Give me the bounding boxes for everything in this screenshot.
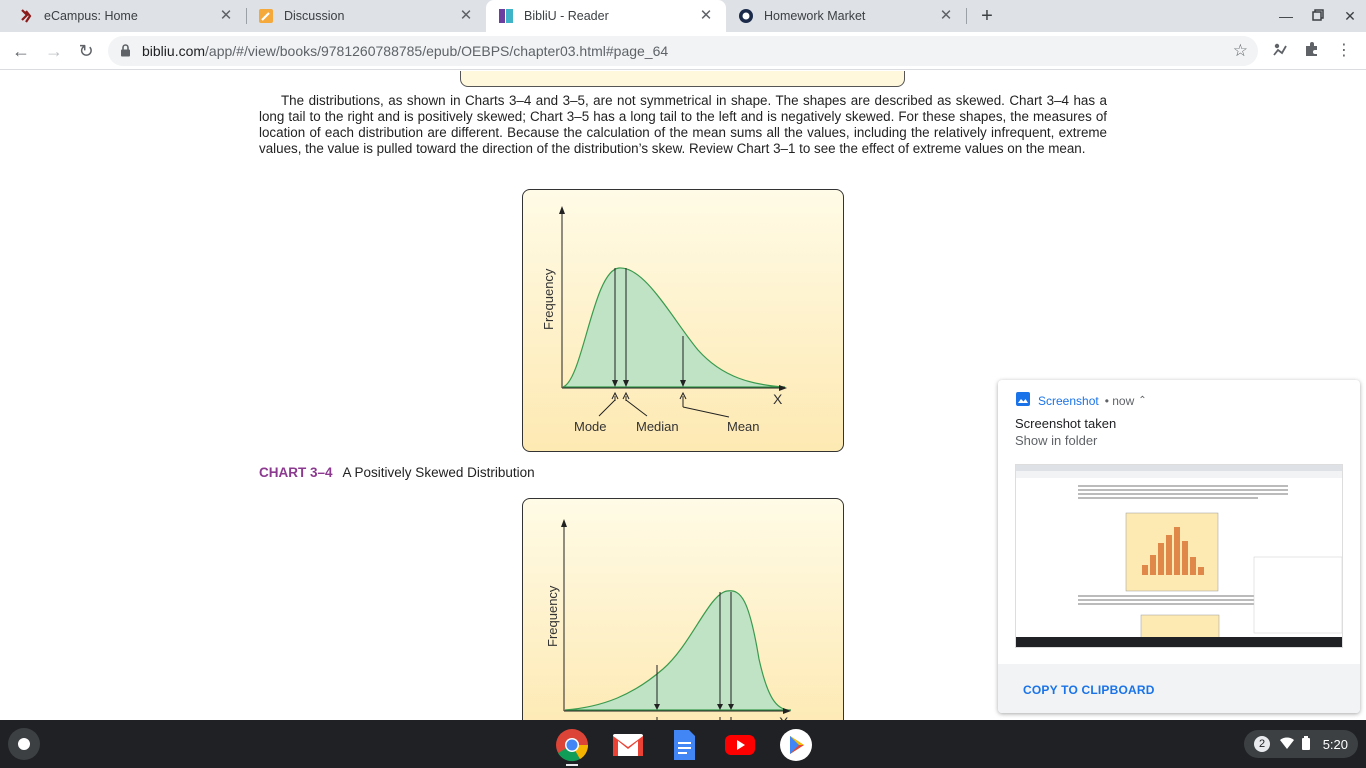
puzzle-icon[interactable]	[1302, 41, 1322, 61]
tab-ecampus[interactable]: eCampus: Home ✕	[0, 0, 246, 32]
median-pointer	[622, 391, 648, 417]
wifi-icon	[1280, 736, 1294, 752]
forward-icon[interactable]: →	[43, 40, 65, 62]
back-icon[interactable]: ←	[10, 40, 32, 62]
clock: 5:20	[1322, 736, 1348, 752]
notification-title: Screenshot taken	[1015, 416, 1117, 431]
tab-homework-market[interactable]: Homework Market ✕	[726, 0, 966, 32]
mode-label: Mode	[574, 419, 607, 434]
status-tray[interactable]: 2 5:20	[1244, 730, 1358, 758]
screenshot-thumbnail[interactable]	[1015, 464, 1343, 648]
chrome-icon[interactable]	[555, 728, 589, 762]
os-shelf: 2 5:20	[0, 720, 1366, 768]
distribution-curve	[564, 590, 792, 711]
distribution-curve	[562, 267, 786, 388]
x-axis-label: X	[773, 391, 783, 407]
body-paragraph: The distributions, as shown in Charts 3–…	[259, 93, 1107, 156]
screenshot-notification[interactable]: Screenshot • now ⌃ Screenshot taken Show…	[998, 380, 1360, 713]
lock-icon	[120, 44, 131, 62]
bookmark-star-icon[interactable]: ☆	[1233, 41, 1248, 61]
launcher-icon[interactable]	[8, 728, 40, 760]
image-icon	[1016, 392, 1030, 409]
notification-header: Screenshot • now ⌃	[1016, 392, 1147, 409]
active-app-indicator	[566, 764, 578, 766]
battery-icon	[1302, 735, 1310, 753]
notification-app-name: Screenshot	[1038, 393, 1099, 408]
close-window-icon[interactable]: ✕	[1340, 6, 1360, 26]
chart-3-5-figure: Frequency X	[522, 498, 844, 720]
ecampus-icon	[18, 8, 34, 24]
y-axis-arrow	[561, 519, 567, 527]
bibliu-icon	[498, 8, 514, 24]
reload-icon[interactable]: ↻	[75, 40, 97, 62]
kebab-menu-icon[interactable]: ⋮	[1334, 41, 1354, 61]
notification-actions: COPY TO CLIPBOARD	[998, 664, 1360, 713]
url-text: bibliu.com/app/#/view/books/978126078878…	[142, 43, 669, 59]
positively-skewed-chart: Frequency X Mode Median Mean	[541, 206, 787, 434]
chevron-up-icon[interactable]: ⌃	[1138, 395, 1146, 406]
minimize-icon[interactable]: —	[1276, 6, 1296, 26]
gmail-icon[interactable]	[611, 728, 645, 762]
copy-to-clipboard-button[interactable]: COPY TO CLIPBOARD	[1023, 683, 1155, 697]
address-bar[interactable]: bibliu.com/app/#/view/books/978126078878…	[108, 36, 1258, 66]
tab-title: eCampus: Home	[44, 9, 138, 23]
restore-icon[interactable]	[1308, 6, 1328, 26]
y-axis-label: Frequency	[545, 585, 560, 647]
youtube-icon[interactable]	[723, 728, 757, 762]
y-axis-label: Frequency	[541, 268, 556, 330]
close-icon[interactable]: ✕	[458, 8, 474, 24]
tab-strip: eCampus: Home ✕ Discussion ✕ BibliU - Re…	[0, 0, 1366, 32]
previous-figure-box	[460, 71, 905, 87]
y-axis-arrow	[559, 206, 565, 214]
notification-dot: •	[1104, 393, 1113, 408]
extension-icon[interactable]	[1270, 41, 1290, 61]
tab-discussion[interactable]: Discussion ✕	[240, 0, 486, 32]
chart-caption-number: CHART 3–4	[259, 465, 333, 480]
tab-title: Discussion	[284, 9, 345, 23]
tab-title: BibliU - Reader	[524, 9, 609, 23]
chart-caption-text: A Positively Skewed Distribution	[342, 465, 535, 480]
thumbnail-image	[1016, 465, 1342, 647]
docs-icon[interactable]	[667, 728, 701, 762]
tab-separator	[966, 8, 967, 24]
negatively-skewed-chart: Frequency X	[545, 519, 792, 720]
chart-caption: CHART 3–4 A Positively Skewed Distributio…	[259, 465, 535, 480]
median-label: Median	[636, 419, 679, 434]
chart-3-4-figure: Frequency X Mode Median Mean	[522, 189, 844, 452]
homework-market-icon	[738, 8, 754, 24]
play-store-icon[interactable]	[779, 728, 813, 762]
close-icon[interactable]: ✕	[698, 8, 714, 24]
notification-count-badge: 2	[1254, 736, 1270, 752]
mode-pointer	[598, 391, 619, 417]
mean-label: Mean	[727, 419, 760, 434]
tab-title: Homework Market	[764, 9, 866, 23]
mean-pointer	[679, 391, 730, 418]
browser-toolbar: ← → ↻ bibliu.com/app/#/view/books/978126…	[0, 32, 1366, 70]
show-in-folder-link[interactable]: Show in folder	[1015, 433, 1097, 448]
notification-time: now	[1112, 393, 1135, 408]
close-icon[interactable]: ✕	[938, 8, 954, 24]
close-icon[interactable]: ✕	[218, 8, 234, 24]
tab-bibliu-reader[interactable]: BibliU - Reader ✕	[486, 0, 726, 32]
pencil-icon	[258, 8, 274, 24]
new-tab-button[interactable]: +	[976, 5, 998, 27]
